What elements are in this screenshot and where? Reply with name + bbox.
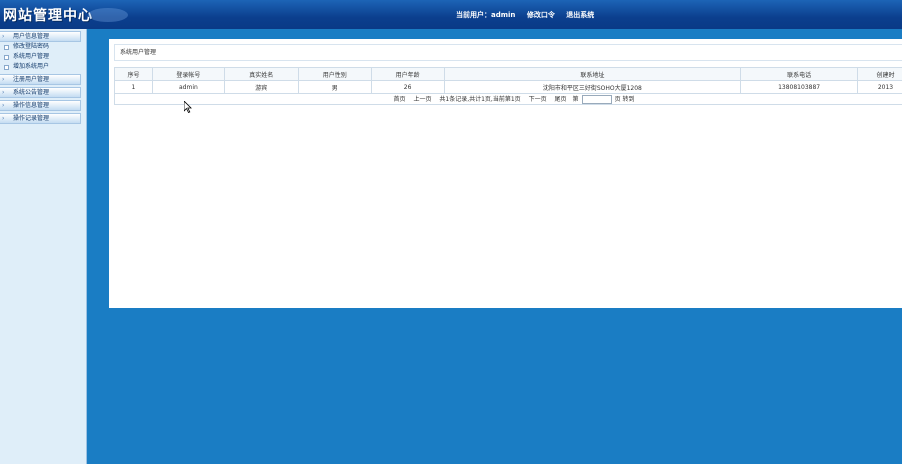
page-title: 系统用户管理 (114, 44, 902, 61)
logo-glow (88, 8, 128, 22)
main-panel: 系统用户管理 序号 登录帐号 真实姓名 用户性别 用户年龄 联系地址 联系电话 … (109, 39, 902, 308)
sidebar-item-change-password[interactable]: 修改登陆密码 (0, 42, 86, 52)
prev-page-link[interactable]: 上一页 (413, 96, 431, 103)
table-row: 1 admin 游宾 男 26 沈阳市和平区三好街SOHO大厦1208 1380… (114, 80, 902, 94)
sidebar-group-announcements[interactable]: 系统公告管理 (0, 87, 81, 98)
pager-summary: 共1条记录,共计1页,当前第1页 (439, 96, 521, 103)
column-header: 联系电话 (740, 67, 859, 81)
last-page-link[interactable]: 尾页 (555, 96, 567, 103)
top-user-info: 当前用户：admin 修改口令 退出系统 (456, 10, 603, 20)
pager: 首页 上一页 共1条记录,共计1页,当前第1页 下一页 尾页第 页 转到 (114, 93, 902, 105)
table-cell: 2013 (857, 80, 902, 94)
table-cell: 13808103887 (740, 80, 859, 94)
pager-row: 首页 上一页 共1条记录,共计1页,当前第1页 下一页 尾页第 页 转到 (114, 93, 902, 105)
table-cell: 男 (297, 80, 372, 94)
table-cell: 1 (114, 80, 153, 94)
sidebar: 用户信息管理 修改登陆密码 系统用户管理 增加系统用户 注册用户管理 系统公告管… (0, 29, 87, 464)
sidebar-item-system-users[interactable]: 系统用户管理 (0, 52, 86, 62)
top-header: 网站管理中心 当前用户：admin 修改口令 退出系统 (0, 0, 902, 29)
next-page-link[interactable]: 下一页 (529, 96, 547, 103)
current-user-label: 当前用户：admin (456, 11, 516, 19)
sidebar-item-add-user[interactable]: 增加系统用户 (0, 62, 86, 72)
column-header: 真实姓名 (223, 67, 299, 81)
table-header-row: 序号 登录帐号 真实姓名 用户性别 用户年龄 联系地址 联系电话 创建时 (114, 67, 902, 81)
goto-suffix[interactable]: 页 转到 (615, 96, 635, 103)
column-header: 用户性别 (297, 67, 372, 81)
sidebar-submenu: 修改登陆密码 系统用户管理 增加系统用户 (0, 42, 86, 72)
logout-link[interactable]: 退出系统 (566, 11, 594, 19)
sidebar-group-registered-users[interactable]: 注册用户管理 (0, 74, 81, 85)
column-header: 创建时 (857, 67, 902, 81)
table-cell: 沈阳市和平区三好街SOHO大厦1208 (443, 80, 742, 94)
sidebar-group-user-info[interactable]: 用户信息管理 (0, 31, 81, 42)
users-table: 序号 登录帐号 真实姓名 用户性别 用户年龄 联系地址 联系电话 创建时 1 a… (114, 67, 902, 105)
change-password-link[interactable]: 修改口令 (527, 11, 555, 19)
first-page-link[interactable]: 首页 (394, 96, 406, 103)
table-cell: 游宾 (223, 80, 299, 94)
sidebar-group-operation-logs[interactable]: 操作记录管理 (0, 113, 81, 124)
column-header: 联系地址 (443, 67, 742, 81)
table-cell: admin (151, 80, 225, 94)
site-logo: 网站管理中心 (3, 8, 93, 24)
table-cell: 26 (370, 80, 445, 94)
sidebar-group-operations[interactable]: 操作信息管理 (0, 100, 81, 111)
column-header: 用户年龄 (370, 67, 445, 81)
goto-page-input[interactable] (581, 95, 612, 104)
column-header: 序号 (114, 67, 153, 81)
goto-prefix: 第 (572, 96, 579, 103)
column-header: 登录帐号 (151, 67, 225, 81)
